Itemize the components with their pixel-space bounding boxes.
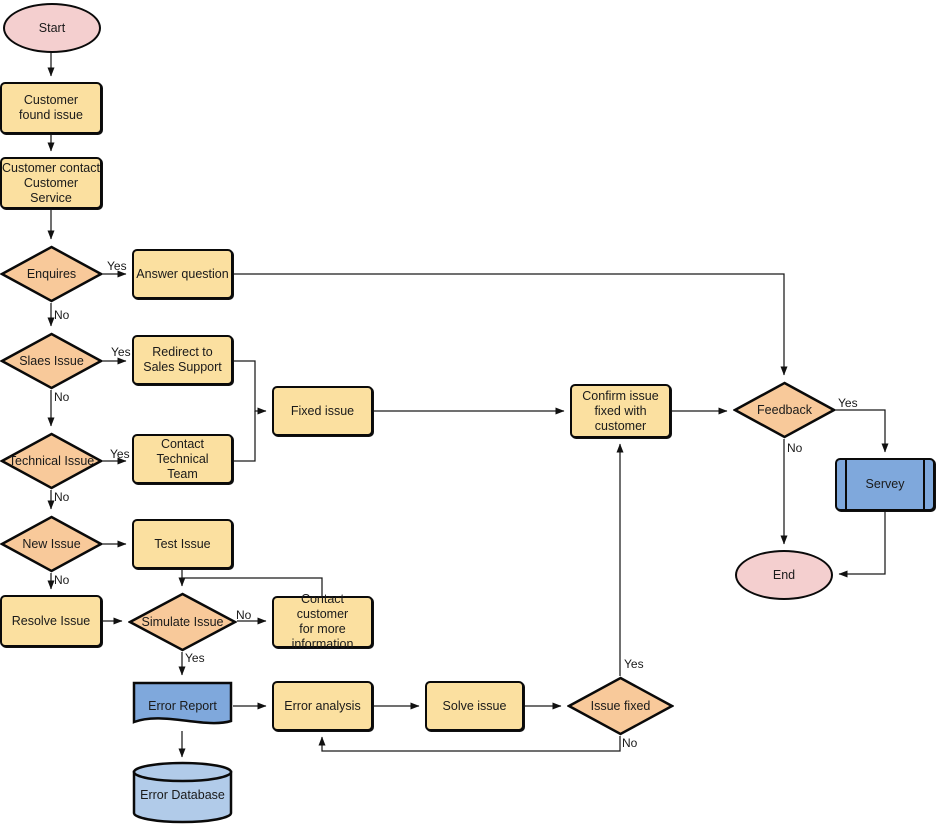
predefined-bar-left (845, 460, 847, 509)
edge-feedback-to-servey (836, 409, 889, 453)
edge-label-yes: Yes (110, 447, 130, 461)
node-label: Feedback (757, 402, 812, 417)
edge-label-yes: Yes (185, 651, 205, 665)
node-label: Start (38, 20, 66, 35)
node-label: Slaes Issue (19, 353, 84, 368)
node-new_issue[interactable]: New Issue (0, 515, 103, 573)
node-label: Simulate Issue (141, 614, 224, 629)
edge-answer_question-to-feedback (233, 273, 788, 376)
node-customer_contact[interactable]: Customer contact Customer Service (0, 157, 102, 209)
node-label: End (772, 567, 796, 582)
node-feedback[interactable]: Feedback (733, 381, 836, 439)
node-label: Error Report (148, 698, 217, 713)
node-label: Technical Issue (8, 453, 95, 468)
node-contact_tech[interactable]: Contact Technical Team (132, 434, 233, 484)
edge-redirect_sales-to-fixed_issue (233, 360, 267, 415)
node-label: Redirect to Sales Support (143, 345, 222, 374)
node-label: Confirm issue fixed with customer (582, 388, 659, 433)
edge-label-yes: Yes (111, 345, 131, 359)
node-customer_found[interactable]: Customer found issue (0, 82, 102, 134)
node-technical_issue[interactable]: Technical Issue (0, 432, 103, 490)
node-label: Servey (865, 477, 905, 491)
node-error_report[interactable]: Error Report (132, 681, 233, 731)
node-label: Error Database (140, 788, 225, 802)
node-confirm_issue[interactable]: Confirm issue fixed with customer (570, 384, 671, 438)
edge-label-yes: Yes (107, 259, 127, 273)
edge-label-yes: Yes (624, 657, 644, 671)
edge-label-no: No (622, 736, 638, 750)
edge-label-no: No (54, 308, 70, 322)
node-contact_customer[interactable]: Contact customer for more information (272, 592, 373, 651)
node-enquires[interactable]: Enquires (0, 245, 103, 303)
edge-label-no: No (54, 573, 70, 587)
node-servey[interactable]: Servey (835, 458, 935, 511)
edge-servey-to-end (838, 511, 886, 578)
node-start[interactable]: Start (3, 3, 101, 53)
edge-label-no: No (54, 390, 70, 404)
edge-label-no: No (236, 608, 252, 622)
node-error_analysis[interactable]: Error analysis (272, 681, 373, 731)
node-label: Issue fixed (590, 698, 651, 713)
node-solve_issue[interactable]: Solve issue (425, 681, 524, 731)
node-label: Enquires (26, 266, 77, 281)
edge-contact_tech-to-fixed_issue (233, 411, 256, 462)
edge-label-no: No (787, 441, 803, 455)
edge-label-yes: Yes (838, 396, 858, 410)
node-label: New Issue (22, 536, 81, 551)
node-slaes_issue[interactable]: Slaes Issue (0, 332, 103, 390)
edge-issue_fixed-to-error_analysis (318, 736, 621, 752)
node-label: Solve issue (442, 698, 507, 713)
predefined-bar-right (923, 460, 925, 509)
node-label: Answer question (136, 266, 229, 281)
node-simulate_issue[interactable]: Simulate Issue (128, 592, 237, 652)
node-answer_question[interactable]: Answer question (132, 249, 233, 299)
edge-label-no: No (54, 490, 70, 504)
node-label: Contact customer for more information (291, 592, 354, 651)
node-label: Customer contact Customer Service (2, 160, 100, 205)
node-label: Contact Technical Team (156, 436, 209, 481)
node-redirect_sales[interactable]: Redirect to Sales Support (132, 335, 233, 385)
node-end[interactable]: End (735, 550, 833, 600)
node-label: Error analysis (284, 698, 361, 713)
node-label: Test Issue (154, 536, 211, 551)
node-label: Fixed issue (290, 403, 355, 418)
flowchart-canvas: Start Customer found issue Customer contac… (0, 0, 937, 824)
node-label: Resolve Issue (11, 613, 91, 628)
node-resolve_issue[interactable]: Resolve Issue (0, 595, 102, 647)
node-label: Customer found issue (19, 93, 83, 122)
node-fixed_issue[interactable]: Fixed issue (272, 386, 373, 436)
node-issue_fixed[interactable]: Issue fixed (567, 676, 674, 736)
node-test_issue[interactable]: Test Issue (132, 519, 233, 569)
node-error_database[interactable]: Error Database (132, 761, 233, 824)
